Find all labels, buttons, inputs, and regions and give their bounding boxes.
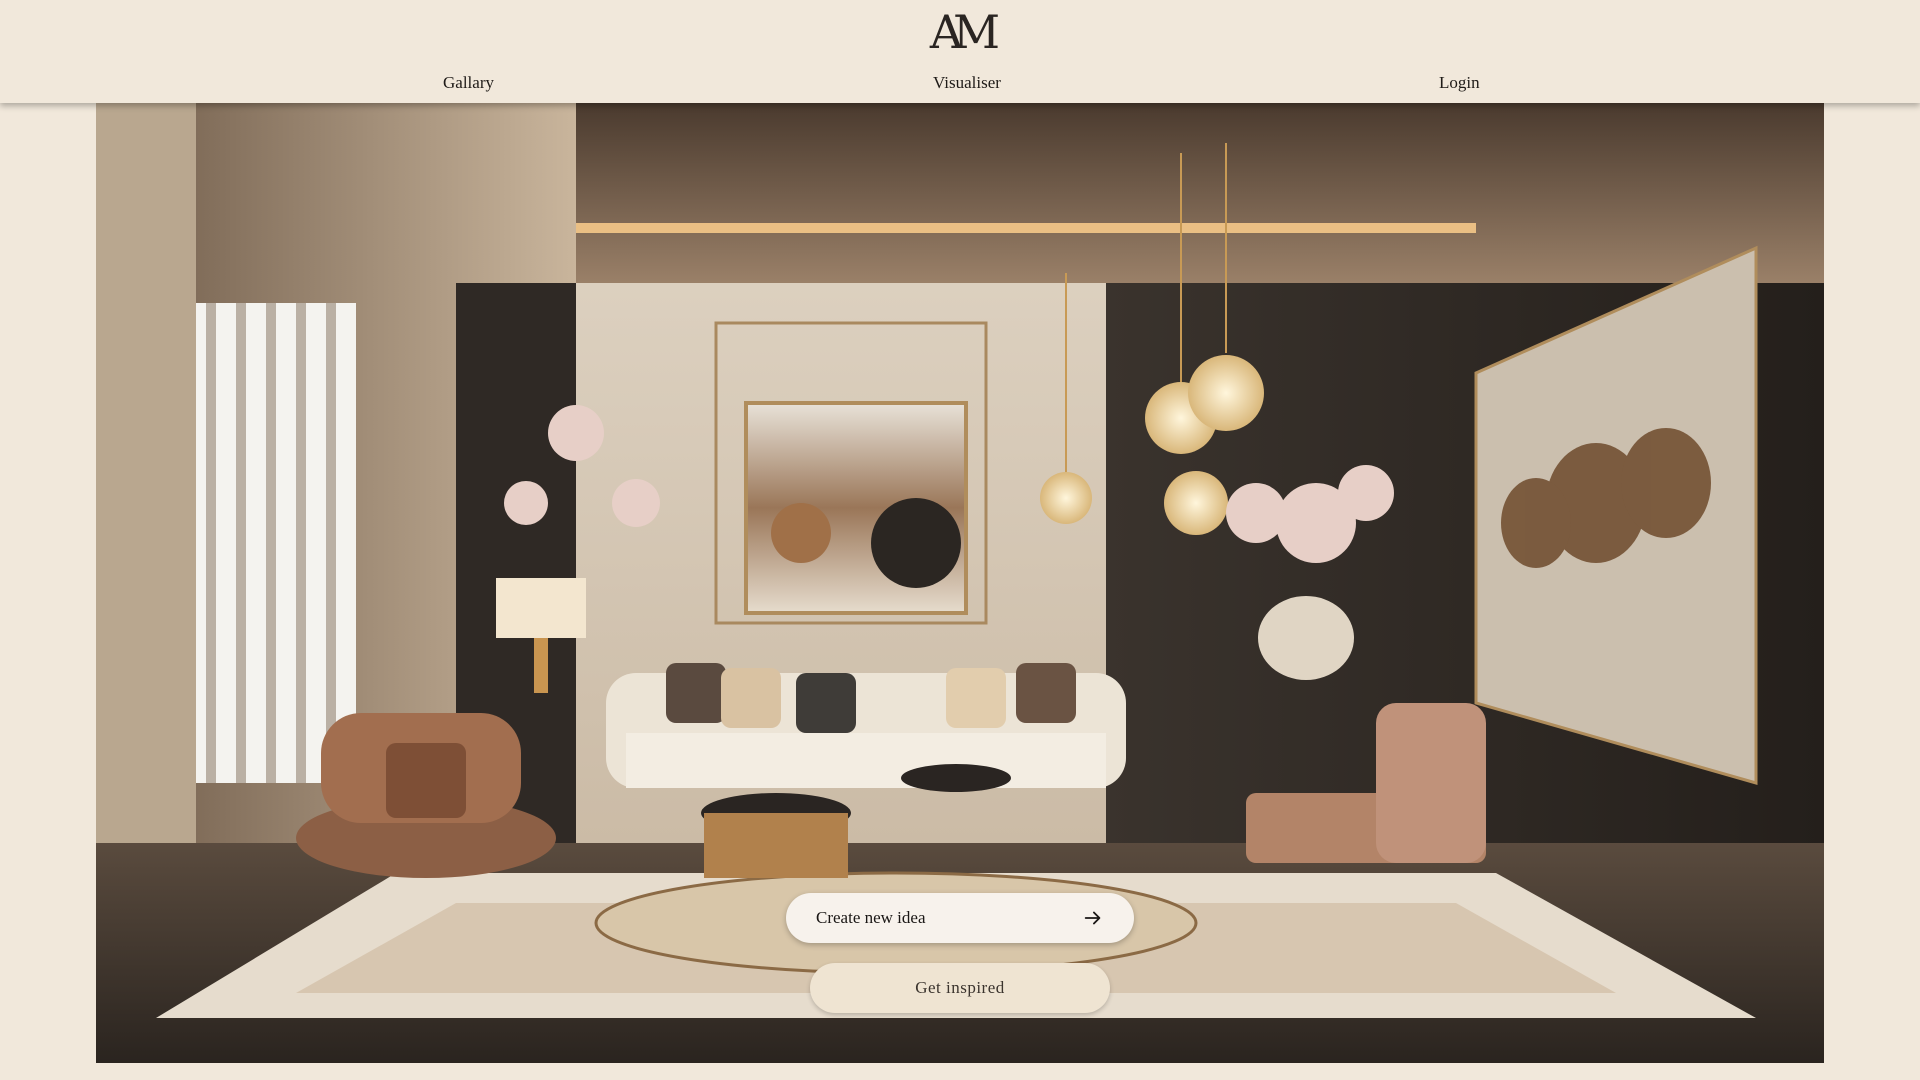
top-header: AM Gallary Visualiser Login — [0, 0, 1920, 103]
nav-gallery-link[interactable]: Gallary — [443, 73, 494, 93]
create-new-idea-button[interactable]: Create new idea — [786, 893, 1134, 943]
brand-logo[interactable]: AM — [920, 4, 1000, 60]
create-new-idea-label: Create new idea — [816, 908, 926, 927]
nav-visualiser-link[interactable]: Visualiser — [933, 73, 1001, 93]
arrow-right-icon — [1084, 911, 1101, 925]
get-inspired-button[interactable]: Get inspired — [810, 963, 1110, 1013]
nav-login-link[interactable]: Login — [1439, 73, 1480, 93]
